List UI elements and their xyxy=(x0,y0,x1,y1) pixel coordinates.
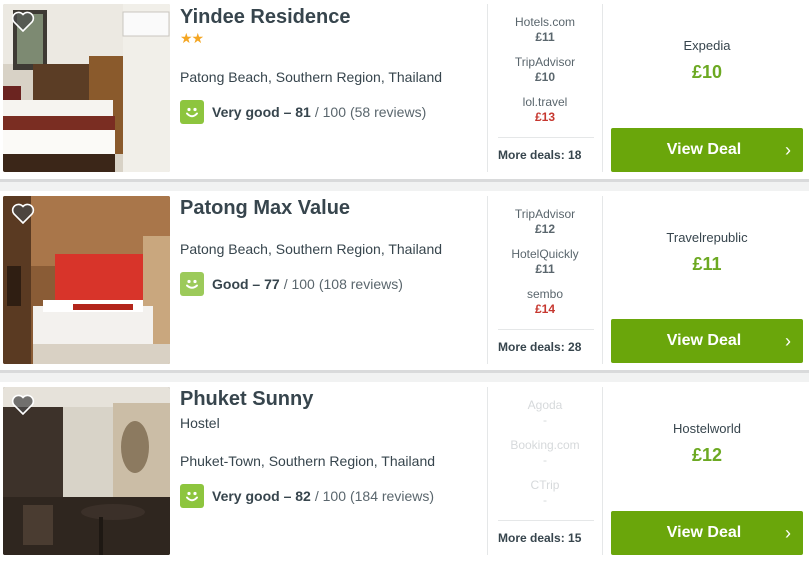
star-rating: ★★ xyxy=(180,30,204,46)
hotel-photo[interactable] xyxy=(3,387,170,555)
rating-summary[interactable]: Good – 77 / 100 (108 reviews) xyxy=(180,272,403,296)
view-deal-label: View Deal xyxy=(666,332,742,349)
hotel-name[interactable]: Patong Max Value xyxy=(180,197,350,220)
chevron-right-icon: › xyxy=(785,523,791,543)
hotel-photo[interactable] xyxy=(3,4,170,172)
deal-item[interactable]: Hotels.com £11 xyxy=(488,15,602,44)
rating-label: Good xyxy=(212,276,249,292)
deal-item[interactable]: HotelQuickly £11 xyxy=(488,247,602,276)
card-divider xyxy=(0,179,809,191)
rating-dash: – xyxy=(279,488,296,504)
deal-site: Hotels.com xyxy=(514,15,576,29)
deal-site: lol.travel xyxy=(522,95,568,109)
rating-label: Very good xyxy=(212,104,280,120)
result-card: Patong Max Value Patong Beach, Southern … xyxy=(0,191,809,370)
deal-site: CTrip xyxy=(530,478,560,492)
rating-dash: – xyxy=(248,276,265,292)
deal-price: £11 xyxy=(535,30,555,44)
rating-scale: / 100 xyxy=(314,488,346,504)
hotel-photo[interactable] xyxy=(3,196,170,364)
best-deal-price[interactable]: £11 xyxy=(611,254,803,275)
more-deals-link[interactable]: More deals: 28 xyxy=(498,329,594,354)
deal-site: TripAdvisor xyxy=(514,207,576,221)
best-deal-site: Travelrepublic xyxy=(666,230,748,245)
rating-score: 82 xyxy=(295,488,311,504)
deal-price: - xyxy=(543,493,547,507)
deal-item: Agoda - xyxy=(488,398,602,427)
best-deal-price[interactable]: £10 xyxy=(611,62,803,83)
other-deals: Hotels.com £11 TripAdvisor £10 lol.trave… xyxy=(487,4,603,172)
rating-scale: / 100 xyxy=(283,276,315,292)
rating-score: 81 xyxy=(295,104,311,120)
view-deal-button[interactable]: View Deal › xyxy=(611,511,803,555)
more-deals-link[interactable]: More deals: 18 xyxy=(498,137,594,162)
heart-icon[interactable] xyxy=(11,10,35,32)
hotel-name[interactable]: Yindee Residence xyxy=(180,6,350,29)
deal-site: Booking.com xyxy=(510,438,580,452)
view-deal-label: View Deal xyxy=(666,524,742,541)
hotel-location: Patong Beach, Southern Region, Thailand xyxy=(180,241,443,257)
deal-price: £11 xyxy=(535,262,555,276)
best-deal-price[interactable]: £12 xyxy=(611,445,803,466)
review-count: (108 reviews) xyxy=(318,276,403,292)
deal-item[interactable]: TripAdvisor £12 xyxy=(488,207,602,236)
deal-site: TripAdvisor xyxy=(514,55,576,69)
card-divider xyxy=(0,370,809,382)
hotel-location: Phuket-Town, Southern Region, Thailand xyxy=(180,453,436,469)
deal-price: £14 xyxy=(534,302,556,316)
deal-price: £13 xyxy=(534,110,556,124)
deal-site: Agoda xyxy=(527,398,563,412)
rating-dash: – xyxy=(279,104,296,120)
review-count: (58 reviews) xyxy=(349,104,427,120)
deal-site: HotelQuickly xyxy=(511,247,579,261)
other-deals: Agoda - Booking.com - CTrip - More deals… xyxy=(487,387,603,555)
review-count: (184 reviews) xyxy=(349,488,435,504)
deal-item[interactable]: TripAdvisor £10 xyxy=(488,55,602,84)
rating-summary[interactable]: Very good – 82 / 100 (184 reviews) xyxy=(180,484,434,508)
result-card: Yindee Residence ★★ Patong Beach, Southe… xyxy=(0,0,809,179)
smiley-icon xyxy=(180,100,204,124)
rating-scale: / 100 xyxy=(314,104,346,120)
more-deals-link[interactable]: More deals: 15 xyxy=(498,520,594,545)
heart-icon[interactable] xyxy=(11,202,35,224)
best-deal-site: Expedia xyxy=(683,38,731,53)
rating-score: 77 xyxy=(264,276,280,292)
view-deal-button[interactable]: View Deal › xyxy=(611,319,803,363)
deal-price: £10 xyxy=(534,70,556,84)
rating-summary[interactable]: Very good – 81 / 100 (58 reviews) xyxy=(180,100,426,124)
heart-icon[interactable] xyxy=(11,393,35,415)
results-list: Yindee Residence ★★ Patong Beach, Southe… xyxy=(0,0,809,561)
deal-item: CTrip - xyxy=(488,478,602,507)
smiley-icon xyxy=(180,484,204,508)
deal-price: - xyxy=(543,413,547,427)
result-card: Phuket Sunny Hostel Phuket-Town, Souther… xyxy=(0,382,809,561)
property-type: Hostel xyxy=(180,415,220,431)
hotel-location: Patong Beach, Southern Region, Thailand xyxy=(180,69,443,85)
view-deal-button[interactable]: View Deal › xyxy=(611,128,803,172)
chevron-right-icon: › xyxy=(785,331,791,351)
chevron-right-icon: › xyxy=(785,140,791,160)
deal-site: sembo xyxy=(526,287,564,301)
rating-label: Very good xyxy=(212,488,280,504)
smiley-icon xyxy=(180,272,204,296)
view-deal-label: View Deal xyxy=(666,141,742,158)
best-deal-site: Hostelworld xyxy=(673,421,741,436)
deal-item[interactable]: sembo £14 xyxy=(488,287,602,316)
other-deals: TripAdvisor £12 HotelQuickly £11 sembo £… xyxy=(487,196,603,364)
deal-item[interactable]: lol.travel £13 xyxy=(488,95,602,124)
deal-price: £12 xyxy=(534,222,556,236)
hotel-name[interactable]: Phuket Sunny xyxy=(180,388,313,411)
deal-item: Booking.com - xyxy=(488,438,602,467)
deal-price: - xyxy=(543,453,547,467)
